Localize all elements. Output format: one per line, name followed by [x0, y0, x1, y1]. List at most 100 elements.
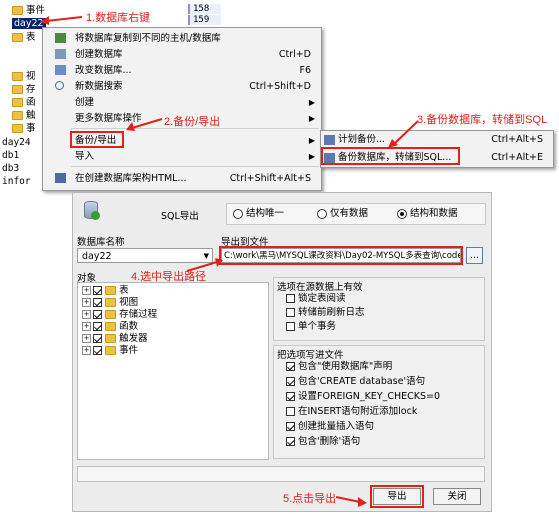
checkbox[interactable]: [286, 392, 295, 401]
alter-database-icon: [55, 65, 66, 75]
step5-label: 5.点击导出: [283, 493, 337, 505]
checkbox[interactable]: [286, 294, 295, 303]
copy-database-icon: [55, 33, 66, 43]
submenu-item-schedule-backup[interactable]: 计划备份... Ctrl+Alt+S: [321, 131, 553, 148]
step2-arrow: [126, 118, 163, 131]
option-drop-statements[interactable]: 包含'删除'语句: [286, 435, 360, 449]
radio-button[interactable]: [397, 208, 407, 219]
radio-button[interactable]: [233, 208, 243, 219]
checkbox[interactable]: [93, 310, 102, 319]
write-options-title: 把选项写进文件: [277, 350, 344, 361]
option-flush-logs[interactable]: 转储前刷新日志: [286, 306, 365, 320]
tree-item-infor[interactable]: infor: [2, 176, 31, 187]
tree-item-label: 触: [26, 110, 36, 121]
submenu-arrow-icon: ▶: [308, 152, 315, 161]
tree-item-procedures[interactable]: 存: [12, 84, 36, 95]
step4-arrow: [186, 258, 223, 272]
tree-item-label: 函: [26, 97, 36, 108]
checkbox[interactable]: [286, 377, 295, 386]
sql-export-label: SQL导出: [161, 211, 199, 222]
tree-item-events-2[interactable]: 事: [12, 123, 36, 134]
checkbox[interactable]: [286, 362, 295, 371]
option-bulk-insert[interactable]: 创建批量插入语句: [286, 420, 374, 434]
tree-item-tables[interactable]: 表: [12, 32, 36, 43]
checkbox[interactable]: [286, 407, 295, 416]
folder-icon: [12, 85, 23, 94]
create-database-icon: [55, 49, 66, 59]
checkbox[interactable]: [93, 298, 102, 307]
option-foreign-key-checks[interactable]: 设置FOREIGN_KEY_CHECKS=0: [286, 390, 440, 404]
step1-label: 1.数据库右键: [86, 12, 151, 24]
expand-icon[interactable]: +: [82, 286, 91, 295]
object-item-views[interactable]: + 视图: [82, 297, 138, 309]
tree-item-day24[interactable]: day24: [2, 137, 31, 148]
expand-icon[interactable]: +: [82, 322, 91, 331]
checkbox[interactable]: [286, 322, 295, 331]
radio-structure-and-data[interactable]: 结构和数据: [397, 207, 458, 221]
object-item-events[interactable]: + 事件: [82, 345, 138, 357]
expand-icon[interactable]: +: [82, 346, 91, 355]
submenu-arrow-icon: ▶: [308, 114, 315, 123]
folder-icon: [105, 310, 117, 319]
tree-item-db1[interactable]: db1: [2, 150, 19, 161]
db-name-label: 数据库名称: [77, 237, 125, 248]
tree-item-label: db1: [2, 150, 20, 161]
option-lock-tables[interactable]: 锁定表阅读: [286, 292, 346, 306]
schedule-backup-icon: [324, 135, 335, 145]
radio-structure-only[interactable]: 结构唯一: [233, 207, 284, 221]
radio-button[interactable]: [317, 208, 327, 219]
folder-icon: [105, 346, 117, 355]
folder-icon: [12, 33, 23, 42]
object-item-functions[interactable]: + 函数: [82, 321, 138, 333]
objects-tree: + 表 + 视图 + 存储过程 + 函数 + 触发器 + 事件: [77, 282, 269, 460]
highlight-backup-export: [70, 131, 124, 148]
source-options-title: 选项在源数据上有效: [277, 282, 363, 293]
radio-data-only[interactable]: 仅有数据: [317, 207, 368, 221]
highlight-export-path: [219, 246, 463, 265]
folder-icon: [12, 72, 23, 81]
checkbox[interactable]: [93, 322, 102, 331]
line-number: 158: [188, 4, 221, 14]
tree-item-triggers[interactable]: 触: [12, 110, 36, 121]
close-button[interactable]: 关闭: [433, 488, 481, 505]
source-options-group: 选项在源数据上有效 锁定表阅读 转储前刷新日志 单个事务: [273, 277, 485, 341]
checkbox[interactable]: [93, 346, 102, 355]
tree-item-functions[interactable]: 函: [12, 97, 36, 108]
tree-item-label: infor: [2, 176, 31, 187]
expand-icon[interactable]: +: [82, 310, 91, 319]
option-insert-lock[interactable]: 在INSERT语句附近添加lock: [286, 405, 417, 419]
checkbox[interactable]: [93, 286, 102, 295]
tree-item-views[interactable]: 视: [12, 71, 36, 82]
menu-separator: [71, 166, 319, 167]
expand-icon[interactable]: +: [82, 334, 91, 343]
step1-arrow: [40, 16, 83, 25]
menu-item-schema-html[interactable]: 在创建数据库架构HTML... Ctrl+Shift+Alt+S: [43, 169, 321, 188]
folder-icon: [105, 334, 117, 343]
menu-item-import[interactable]: 导入 ▶: [43, 147, 321, 166]
object-item-procedures[interactable]: + 存储过程: [82, 309, 157, 321]
tree-item-label: db3: [2, 163, 20, 174]
folder-icon: [12, 124, 23, 133]
tree-item-label: 表: [26, 32, 36, 43]
search-icon: [55, 81, 64, 90]
tree-item-label: 存: [26, 84, 36, 95]
checkbox[interactable]: [286, 437, 295, 446]
object-item-tables[interactable]: + 表: [82, 285, 129, 297]
object-item-triggers[interactable]: + 触发器: [82, 333, 148, 345]
option-single-transaction[interactable]: 单个事务: [286, 320, 336, 334]
folder-icon: [12, 98, 23, 107]
tree-item-db3[interactable]: db3: [2, 163, 19, 174]
export-type-group: 结构唯一 仅有数据 结构和数据: [226, 203, 486, 225]
option-create-database[interactable]: 包含'CREATE database'语句: [286, 375, 425, 389]
folder-icon: [105, 298, 117, 307]
checkbox[interactable]: [286, 422, 295, 431]
checkbox[interactable]: [93, 334, 102, 343]
write-options-group: 把选项写进文件 包含"使用数据库"声明 包含'CREATE database'语…: [273, 345, 485, 459]
checkbox[interactable]: [286, 308, 295, 317]
expand-icon[interactable]: +: [82, 298, 91, 307]
browse-button[interactable]: ...: [466, 247, 483, 264]
database-export-icon: [83, 201, 100, 221]
sql-export-dialog: SQL导出 结构唯一 仅有数据 结构和数据 数据库名称 day22 ▼ 导出到文…: [72, 192, 492, 512]
option-use-database[interactable]: 包含"使用数据库"声明: [286, 360, 392, 374]
schema-html-icon: [55, 173, 66, 183]
